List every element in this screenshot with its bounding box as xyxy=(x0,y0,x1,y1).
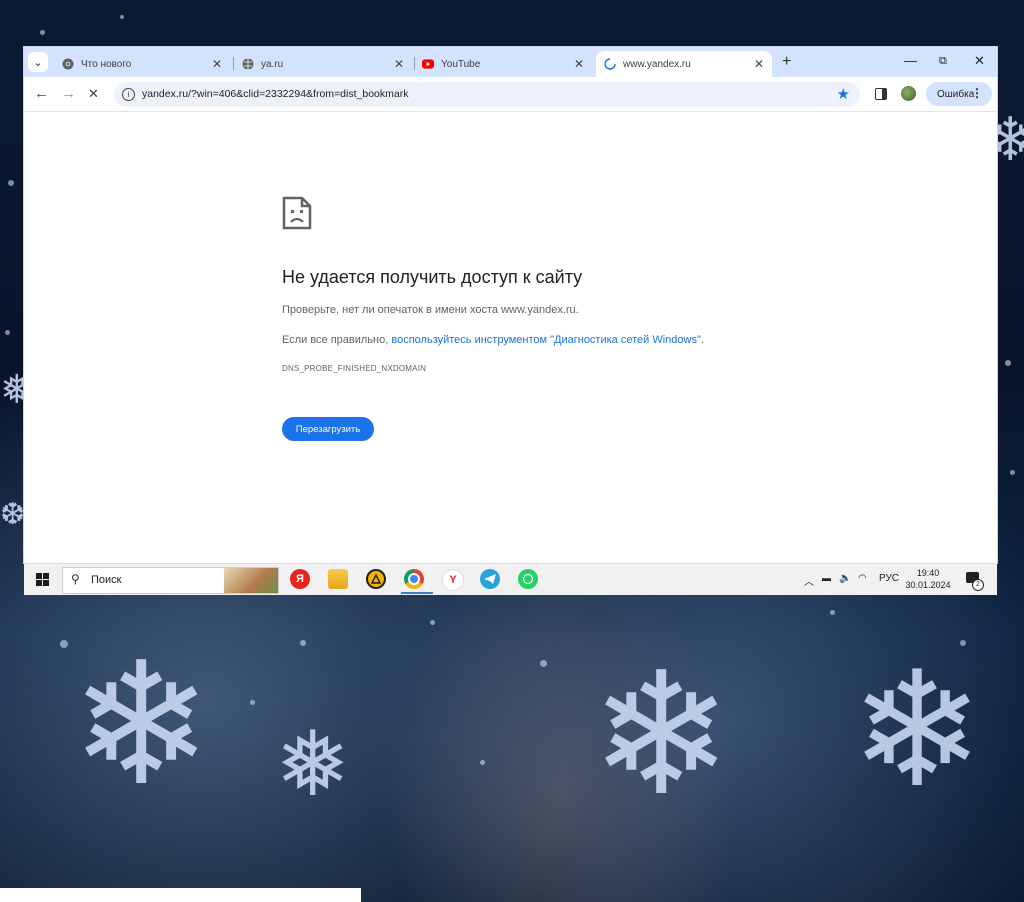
new-tab-button[interactable]: + xyxy=(782,53,791,71)
taskbar-search[interactable]: ⚲ Поиск xyxy=(62,567,279,594)
yandex-browser-icon[interactable]: Я xyxy=(290,569,310,589)
site-info-icon[interactable]: i xyxy=(122,88,135,101)
close-icon[interactable]: ✕ xyxy=(394,57,404,71)
youtube-icon xyxy=(422,58,434,70)
yandex-icon[interactable]: Y xyxy=(442,569,464,591)
search-icon: ⚲ xyxy=(71,572,80,586)
error-button-label: Ошибка xyxy=(937,88,975,100)
telegram-icon[interactable] xyxy=(480,569,500,589)
search-highlight-image xyxy=(224,568,278,593)
network-diagnostics-link[interactable]: воспользуйтесь инструментом "Диагностика… xyxy=(391,334,700,346)
tab-yandex-active[interactable]: www.yandex.ru ✕ xyxy=(596,51,772,77)
page-content: Не удается получить доступ к сайту Прове… xyxy=(24,112,997,563)
stop-loading-button[interactable]: ✕ xyxy=(88,86,99,102)
whatsapp-icon[interactable] xyxy=(518,569,538,589)
clock[interactable]: 19:40 30.01.2024 xyxy=(896,567,960,591)
close-window-button[interactable]: ✕ xyxy=(974,53,985,69)
search-placeholder: Поиск xyxy=(91,574,122,586)
close-icon[interactable]: ✕ xyxy=(754,57,764,71)
chrome-icon[interactable] xyxy=(404,569,424,589)
file-explorer-icon[interactable] xyxy=(328,569,348,589)
error-hint-diagnostics: Если все правильно, воспользуйтесь инстр… xyxy=(282,334,704,346)
bookmark-star-icon[interactable]: ★ xyxy=(837,85,850,103)
close-icon[interactable]: ✕ xyxy=(574,57,584,71)
reload-button[interactable]: Перезагрузить xyxy=(282,417,374,441)
forward-button[interactable]: → xyxy=(61,85,76,102)
error-code: DNS_PROBE_FINISHED_NXDOMAIN xyxy=(282,364,427,373)
minimize-button[interactable]: — xyxy=(904,53,917,68)
tab-label: YouTube xyxy=(441,58,481,70)
browser-window: ⌄ Что нового ✕ ya.ru ✕ YouTube ✕ www.yan… xyxy=(24,47,997,563)
volume-icon[interactable]: 🔈 xyxy=(839,573,851,584)
close-icon[interactable]: ✕ xyxy=(212,57,222,71)
tab-label: ya.ru xyxy=(261,58,284,70)
restore-button[interactable]: ⧉ xyxy=(939,55,947,68)
sad-page-icon xyxy=(282,196,312,235)
error-hint-prefix: Если все правильно, xyxy=(282,334,392,346)
error-menu-button[interactable]: Ошибка ⋮ xyxy=(926,82,992,106)
tab-search-button[interactable]: ⌄ xyxy=(28,52,48,72)
address-bar[interactable]: i yandex.ru/?win=406&clid=2332294&from=d… xyxy=(114,82,860,107)
wifi-icon[interactable]: ◠ xyxy=(858,573,867,584)
clock-date: 30.01.2024 xyxy=(905,580,951,590)
error-hint-suffix: . xyxy=(700,334,704,346)
error-hint-typo: Проверьте, нет ли опечаток в имени хоста… xyxy=(282,304,579,316)
white-strip xyxy=(0,888,361,902)
url-text[interactable]: yandex.ru/?win=406&clid=2332294&from=dis… xyxy=(142,88,408,100)
app-triangle-icon[interactable] xyxy=(366,569,386,589)
clock-time: 19:40 xyxy=(916,568,940,578)
active-app-indicator xyxy=(401,592,433,594)
profile-avatar[interactable] xyxy=(901,86,916,101)
chrome-icon xyxy=(62,58,74,70)
tab-bar: ⌄ Что нового ✕ ya.ru ✕ YouTube ✕ www.yan… xyxy=(24,47,997,77)
browser-toolbar: ← → ✕ i yandex.ru/?win=406&clid=2332294&… xyxy=(24,77,997,112)
tab-chrome-whats-new[interactable]: Что нового ✕ xyxy=(54,51,230,77)
windows-start-icon[interactable] xyxy=(36,573,49,586)
back-button[interactable]: ← xyxy=(34,85,49,102)
battery-icon[interactable]: ▬ xyxy=(822,573,831,583)
taskbar: ⚲ Поиск Я Y ︿ ▬ 🔈 ◠ РУС 19:40 30.01.2024… xyxy=(24,563,997,595)
show-hidden-icons-chevron-icon[interactable]: ︿ xyxy=(804,573,814,588)
chevron-down-icon: ⌄ xyxy=(33,56,43,69)
tab-ya-ru[interactable]: ya.ru ✕ xyxy=(234,51,412,77)
notification-count-badge: 2 xyxy=(972,579,984,591)
error-title: Не удается получить доступ к сайту xyxy=(282,267,583,287)
tab-label: www.yandex.ru xyxy=(623,58,691,70)
tab-youtube[interactable]: YouTube ✕ xyxy=(414,51,592,77)
more-vert-icon: ⋮ xyxy=(971,86,983,100)
loading-spinner-icon xyxy=(604,58,616,70)
globe-icon xyxy=(242,58,254,70)
tab-label: Что нового xyxy=(81,58,132,70)
side-panel-icon[interactable] xyxy=(875,88,887,100)
